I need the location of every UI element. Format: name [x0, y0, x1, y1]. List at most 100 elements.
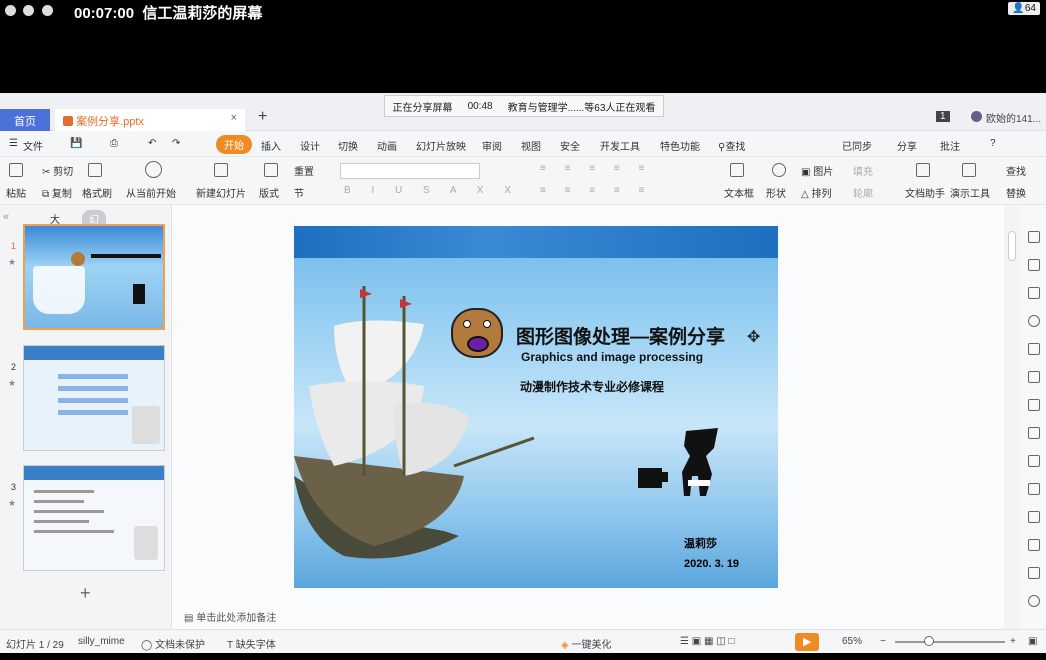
- play-slideshow-button[interactable]: ▶: [795, 633, 819, 651]
- menu-review[interactable]: 审阅: [482, 138, 502, 153]
- menu-start[interactable]: 开始: [216, 135, 252, 154]
- collapse-panel-icon[interactable]: «: [3, 211, 9, 223]
- tool-icon-11[interactable]: [1028, 511, 1040, 523]
- format-painter-icon[interactable]: [88, 163, 102, 177]
- from-current-button[interactable]: 从当前开始: [126, 185, 176, 200]
- tool-icon-2[interactable]: [1028, 259, 1040, 271]
- notes-placeholder[interactable]: ▤ 单击此处添加备注: [184, 609, 276, 624]
- image-icon[interactable]: [1028, 539, 1040, 551]
- arrange-button[interactable]: △ 排列: [801, 185, 831, 200]
- section-button[interactable]: 节: [294, 185, 304, 200]
- menu-features[interactable]: 特色功能: [660, 138, 700, 153]
- share-button[interactable]: 分享: [897, 138, 917, 153]
- menu-transition[interactable]: 切换: [338, 138, 358, 153]
- scroll-thumb[interactable]: [1008, 231, 1016, 261]
- zoom-slider[interactable]: [895, 641, 1005, 643]
- menu-devtools[interactable]: 开发工具: [600, 138, 640, 153]
- menu-insert[interactable]: 插入: [261, 138, 281, 153]
- tool-icon-5[interactable]: [1028, 343, 1040, 355]
- participants-badge[interactable]: 👤64: [1008, 2, 1040, 15]
- slide-course[interactable]: 动漫制作技术专业必修课程: [520, 378, 664, 395]
- picture-button[interactable]: ▣ 图片: [801, 163, 833, 178]
- tool-icon-4[interactable]: [1028, 315, 1040, 327]
- print-icon[interactable]: ⎙: [110, 138, 118, 149]
- slide-date[interactable]: 2020. 3. 19: [684, 558, 739, 570]
- align-buttons[interactable]: ≡ ≡ ≡ ≡ ≡: [540, 185, 652, 196]
- menu-slideshow[interactable]: 幻灯片放映: [416, 138, 466, 153]
- menu-security[interactable]: 安全: [560, 138, 580, 153]
- textbox-button[interactable]: 文本框: [724, 185, 754, 200]
- new-slide-icon[interactable]: [214, 163, 228, 177]
- outline-button[interactable]: 轮廓: [853, 185, 873, 200]
- shape-button[interactable]: 形状: [766, 185, 786, 200]
- tool-icon-1[interactable]: [1028, 231, 1040, 243]
- view-mode-buttons[interactable]: ☰ ▣ ▦ ◫ □: [680, 636, 734, 647]
- current-slide[interactable]: 图形图像处理—案例分享 Graphics and image processin…: [294, 226, 778, 588]
- user-name[interactable]: 欧始的141...: [986, 114, 1041, 125]
- menu-file[interactable]: 文件: [23, 138, 43, 153]
- doc-assistant-icon[interactable]: [916, 163, 930, 177]
- slide-subtitle[interactable]: Graphics and image processing: [521, 350, 703, 364]
- font-style-buttons[interactable]: B I U S A X X: [344, 185, 520, 196]
- window-max-dot[interactable]: [42, 5, 53, 16]
- new-tab-button[interactable]: +: [258, 108, 267, 126]
- new-slide-button[interactable]: 新建幻灯片: [196, 185, 246, 200]
- settings-icon[interactable]: [1028, 427, 1040, 439]
- tool-icon-9[interactable]: [1028, 455, 1040, 467]
- page-badge[interactable]: 1: [936, 111, 950, 122]
- replace-button[interactable]: 替换: [1006, 185, 1026, 200]
- font-family-select[interactable]: [340, 163, 480, 179]
- fill-button[interactable]: 填充: [853, 163, 873, 178]
- copy-button[interactable]: ⧉ 复制: [42, 185, 72, 200]
- zoom-level[interactable]: 65%: [842, 636, 862, 647]
- window-min-dot[interactable]: [23, 5, 34, 16]
- undo-icon[interactable]: ↶: [148, 138, 156, 149]
- paste-icon[interactable]: [9, 163, 23, 177]
- chart-icon[interactable]: [1028, 399, 1040, 411]
- paste-button[interactable]: 粘贴: [6, 185, 26, 200]
- tool-icon-14[interactable]: [1028, 595, 1040, 607]
- close-tab-icon[interactable]: ×: [231, 112, 237, 124]
- tool-icon-10[interactable]: [1028, 483, 1040, 495]
- layout-button[interactable]: 版式: [259, 185, 279, 200]
- fit-icon[interactable]: ▣: [1028, 636, 1037, 647]
- zoom-slider-knob[interactable]: [924, 636, 934, 646]
- tab-file[interactable]: 案例分享.pptx ×: [55, 109, 245, 131]
- tool-icon-3[interactable]: [1028, 287, 1040, 299]
- tab-home[interactable]: 首页: [0, 109, 50, 131]
- save-icon[interactable]: 💾: [70, 138, 82, 149]
- menu-design[interactable]: 设计: [300, 138, 320, 153]
- comment-button[interactable]: 批注: [940, 138, 960, 153]
- tool-icon-6[interactable]: [1028, 371, 1040, 383]
- reset-button[interactable]: 重置: [294, 163, 314, 178]
- slide-thumbnail-3[interactable]: [23, 465, 165, 571]
- slide-thumbnail-1[interactable]: [23, 224, 165, 330]
- redo-icon[interactable]: ↷: [172, 138, 180, 149]
- format-painter-button[interactable]: 格式刷: [82, 185, 112, 200]
- vertical-scrollbar[interactable]: [1004, 205, 1020, 635]
- menu-search[interactable]: ⚲查找: [718, 138, 745, 153]
- play-from-current-icon[interactable]: [145, 161, 162, 178]
- sync-status[interactable]: 已同步: [842, 138, 872, 153]
- slide-title[interactable]: 图形图像处理—案例分享: [516, 322, 725, 349]
- menu-animation[interactable]: 动画: [377, 138, 397, 153]
- window-close-dot[interactable]: [5, 5, 16, 16]
- zoom-out-icon[interactable]: −: [880, 636, 886, 647]
- slide-author[interactable]: 温莉莎: [684, 535, 717, 551]
- slide-thumbnail-2[interactable]: [23, 345, 165, 451]
- shape-icon[interactable]: [772, 163, 786, 177]
- beautify-button[interactable]: ◈ 一键美化: [561, 636, 611, 651]
- presentation-tools-button[interactable]: 演示工具: [950, 185, 990, 200]
- presentation-tools-icon[interactable]: [962, 163, 976, 177]
- menu-view[interactable]: 视图: [521, 138, 541, 153]
- layout-icon[interactable]: [264, 163, 278, 177]
- textbox-icon[interactable]: [730, 163, 744, 177]
- cut-button[interactable]: ✂ 剪切: [42, 163, 73, 178]
- help-icon[interactable]: ?: [990, 138, 996, 149]
- find-button[interactable]: 查找: [1006, 163, 1026, 178]
- hamburger-icon[interactable]: ☰: [9, 138, 18, 149]
- protect-status[interactable]: ◯ 文档未保护: [141, 636, 205, 651]
- doc-assistant-button[interactable]: 文档助手: [905, 185, 945, 200]
- missing-font[interactable]: T 缺失字体: [227, 636, 276, 651]
- zoom-in-icon[interactable]: +: [1010, 636, 1016, 647]
